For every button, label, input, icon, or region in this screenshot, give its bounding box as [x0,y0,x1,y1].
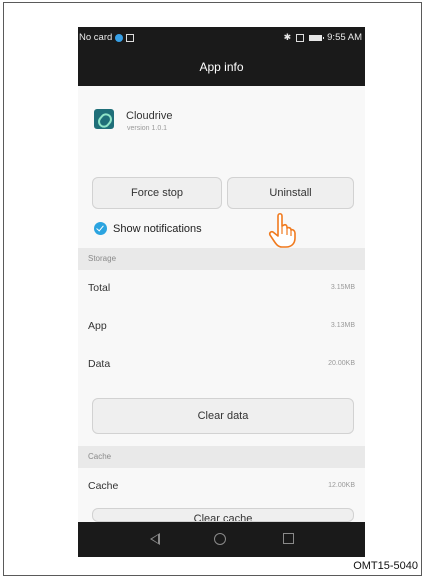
cache-section-header: Cache [78,446,365,468]
row-value: 20.00KB [328,360,355,367]
clear-cache-button[interactable]: Clear cache [92,508,354,522]
row-label: Total [88,282,111,294]
back-icon[interactable] [150,533,160,545]
force-stop-label: Force stop [131,187,183,199]
app-icon [94,109,114,129]
bluetooth-icon: ✱ [283,32,292,42]
storage-section-header: Storage [78,248,365,270]
figure-caption: OMT15-5040 [353,560,418,572]
recents-icon[interactable] [283,533,294,544]
checkbox-checked-icon[interactable] [94,222,107,235]
row-label: App [88,320,107,332]
app-info-content: Cloudrive version 1.0.1 Force stop Unins… [78,86,365,522]
row-label: Data [88,358,111,370]
globe-icon [115,33,124,42]
app-bar: App info [78,51,365,86]
page-title: App info [199,60,244,74]
app-version: version 1.0.1 [127,125,168,132]
storage-header-label: Storage [88,254,117,263]
carrier-text: No card [79,32,113,43]
cache-header-label: Cache [88,452,112,461]
show-notifications-label: Show notifications [113,222,202,235]
clear-cache-label: Clear cache [193,513,253,522]
clear-data-button[interactable]: Clear data [92,398,354,434]
force-stop-button[interactable]: Force stop [92,177,222,209]
status-time: 9:55 AM [327,32,362,43]
phone-screen: No card ✱ 9:55 AM App info Cloudrive ver… [78,27,365,557]
show-notifications-toggle[interactable]: Show notifications [94,222,202,235]
battery-icon [309,34,325,41]
vibrate-icon [296,33,305,42]
sim-icon [126,33,135,42]
storage-row-total: Total 3.15MB [78,270,365,308]
storage-row-app: App 3.13MB [78,308,365,346]
clear-data-label: Clear data [197,410,249,422]
status-bar: No card ✱ 9:55 AM [78,27,365,51]
app-name: Cloudrive [126,110,173,122]
row-label: Cache [88,480,119,492]
clear-data-container: Clear data [78,384,365,446]
row-value: 12.00KB [328,482,355,489]
navigation-bar [78,522,365,557]
home-icon[interactable] [214,533,226,545]
clear-cache-container: Clear cache [78,506,365,522]
uninstall-button[interactable]: Uninstall [227,177,354,209]
cache-row: Cache 12.00KB [78,468,365,506]
row-value: 3.15MB [330,284,355,291]
pointing-hand-icon [268,212,296,248]
storage-row-data: Data 20.00KB [78,346,365,384]
row-value: 3.13MB [330,322,355,329]
uninstall-label: Uninstall [269,187,312,199]
